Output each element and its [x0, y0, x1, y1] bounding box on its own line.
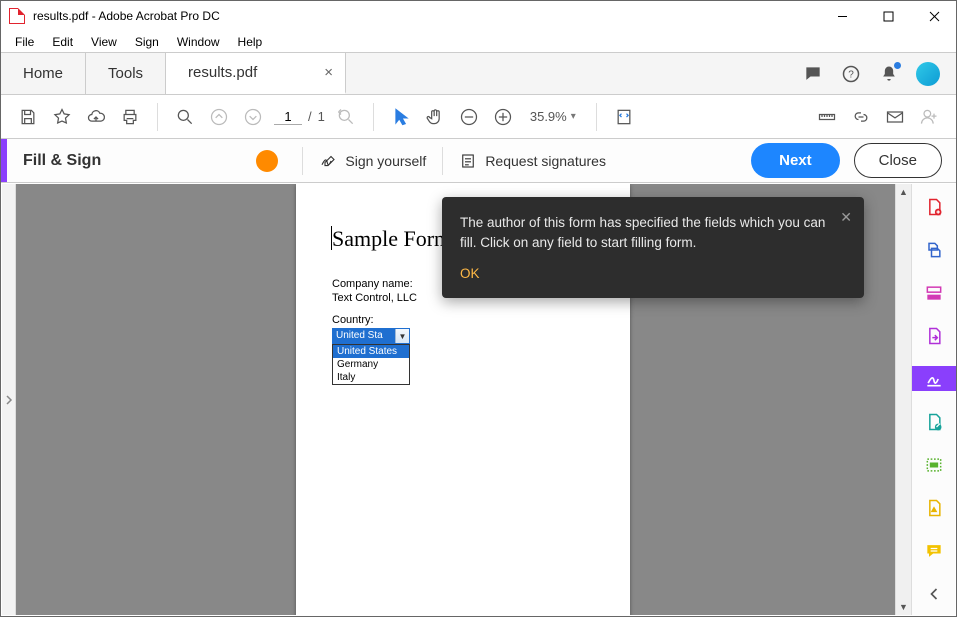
measure-icon[interactable]	[814, 104, 840, 130]
link-icon[interactable]	[848, 104, 874, 130]
window-close-button[interactable]	[920, 5, 948, 27]
menu-help[interactable]: Help	[230, 33, 271, 51]
tool-comment[interactable]	[912, 539, 956, 564]
menu-window[interactable]: Window	[169, 33, 228, 51]
menu-bar: File Edit View Sign Window Help	[1, 31, 956, 53]
tab-tools[interactable]: Tools	[86, 53, 166, 94]
tab-home[interactable]: Home	[1, 53, 86, 94]
close-button[interactable]: Close	[854, 143, 942, 178]
country-selected: United Sta	[333, 329, 395, 343]
zoom-reset-icon[interactable]	[333, 104, 359, 130]
document-heading: Sample Forn	[332, 226, 445, 252]
print-icon[interactable]	[117, 104, 143, 130]
fill-sign-title: Fill & Sign	[7, 152, 117, 170]
menu-view[interactable]: View	[83, 33, 125, 51]
page-down-icon[interactable]	[240, 104, 266, 130]
svg-text:?: ?	[848, 69, 854, 80]
request-signatures-icon	[459, 152, 477, 170]
toast-message: The author of this form has specified th…	[460, 213, 828, 252]
share-user-icon[interactable]	[916, 104, 942, 130]
country-dropdown-list: United States Germany Italy	[332, 344, 410, 385]
fill-sign-bar: Fill & Sign Sign yourself Request signat…	[1, 139, 956, 183]
page-indicator: / 1	[274, 109, 325, 125]
window-minimize-button[interactable]	[828, 5, 856, 27]
next-button[interactable]: Next	[751, 143, 840, 178]
zoom-level-dropdown[interactable]: 35.9%	[530, 109, 576, 124]
fit-page-icon[interactable]	[611, 104, 637, 130]
signature-icon	[319, 152, 337, 170]
find-icon[interactable]	[172, 104, 198, 130]
tab-current-document[interactable]: results.pdf ×	[166, 53, 346, 94]
toast-close-icon[interactable]: ✕	[840, 207, 852, 227]
save-icon[interactable]	[15, 104, 41, 130]
request-signatures-label: Request signatures	[485, 153, 606, 169]
tool-organize[interactable]	[912, 409, 956, 434]
right-tool-rail	[911, 184, 955, 615]
tab-current-label: results.pdf	[188, 64, 257, 81]
country-option-italy[interactable]: Italy	[333, 371, 409, 384]
menu-sign[interactable]: Sign	[127, 33, 167, 51]
window-title: results.pdf - Adobe Acrobat Pro DC	[33, 9, 828, 23]
sign-yourself-label: Sign yourself	[345, 153, 426, 169]
page-up-icon[interactable]	[206, 104, 232, 130]
main-toolbar: / 1 35.9%	[1, 95, 956, 139]
country-label: Country:	[332, 314, 374, 326]
tool-redact[interactable]	[912, 453, 956, 478]
form-info-toast: ✕ The author of this form has specified …	[442, 197, 864, 298]
country-combobox[interactable]: United Sta ▼	[332, 328, 410, 344]
zoom-in-icon[interactable]	[490, 104, 516, 130]
scroll-down-icon[interactable]: ▼	[896, 599, 911, 615]
window-titlebar: results.pdf - Adobe Acrobat Pro DC	[1, 1, 956, 31]
country-option-germany[interactable]: Germany	[333, 358, 409, 371]
menu-edit[interactable]: Edit	[44, 33, 81, 51]
page-sep: /	[308, 109, 312, 124]
zoom-level-value: 35.9%	[530, 109, 567, 124]
tool-fill-sign[interactable]	[912, 366, 956, 391]
notifications-icon[interactable]	[878, 63, 900, 85]
tool-combine[interactable]	[912, 237, 956, 262]
selection-arrow-icon[interactable]	[388, 104, 414, 130]
page-total: 1	[318, 109, 325, 124]
page-current-input[interactable]	[274, 109, 302, 125]
chevron-down-icon[interactable]: ▼	[395, 329, 409, 343]
request-signatures-button[interactable]: Request signatures	[453, 152, 612, 170]
document-tabs: Home Tools results.pdf × ?	[1, 53, 956, 95]
tool-edit-pdf[interactable]	[912, 280, 956, 305]
cloud-upload-icon[interactable]	[83, 104, 109, 130]
vertical-scrollbar[interactable]: ▲ ▼	[895, 184, 911, 615]
help-icon[interactable]: ?	[840, 63, 862, 85]
signer-color-dot[interactable]	[256, 150, 278, 172]
left-panel-expand[interactable]	[2, 184, 16, 615]
acrobat-app-icon	[9, 8, 25, 24]
menu-file[interactable]: File	[7, 33, 42, 51]
email-icon[interactable]	[882, 104, 908, 130]
scroll-up-icon[interactable]: ▲	[896, 184, 911, 200]
window-maximize-button[interactable]	[874, 5, 902, 27]
rail-expand-icon[interactable]	[912, 582, 956, 607]
sign-yourself-button[interactable]: Sign yourself	[313, 152, 432, 170]
notification-dot-icon	[894, 62, 901, 69]
toast-ok-button[interactable]: OK	[460, 264, 480, 284]
tool-export-pdf[interactable]	[912, 323, 956, 348]
tool-create-pdf[interactable]	[912, 194, 956, 219]
zoom-out-icon[interactable]	[456, 104, 482, 130]
comments-icon[interactable]	[802, 63, 824, 85]
country-option-united-states[interactable]: United States	[333, 345, 409, 358]
account-avatar[interactable]	[916, 62, 940, 86]
star-icon[interactable]	[49, 104, 75, 130]
hand-pan-icon[interactable]	[422, 104, 448, 130]
tab-close-icon[interactable]: ×	[324, 64, 333, 81]
tool-protect[interactable]	[912, 496, 956, 521]
company-value: Text Control, LLC	[332, 292, 417, 304]
company-label: Company name:	[332, 278, 413, 290]
